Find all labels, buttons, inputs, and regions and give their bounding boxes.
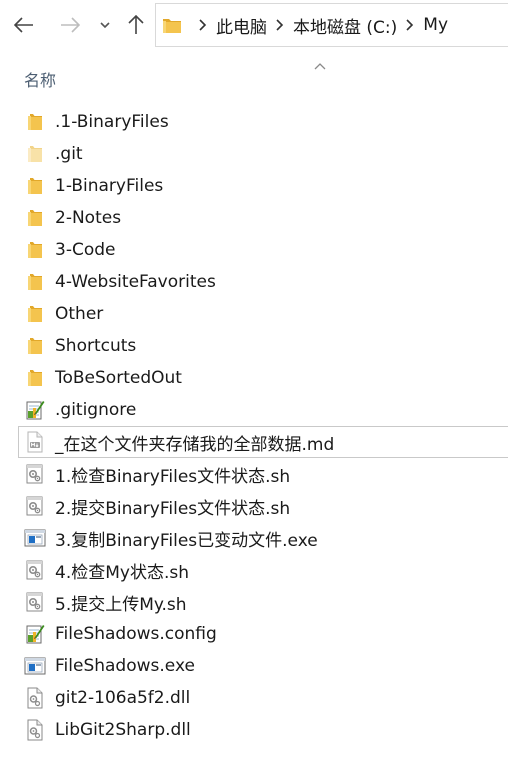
- folder-icon: [24, 175, 46, 197]
- script-file-icon: [24, 495, 46, 517]
- file-list-item[interactable]: ToBeSortedOut: [18, 362, 508, 394]
- file-list-item[interactable]: 1.检查BinaryFiles文件状态.sh: [18, 458, 508, 490]
- file-list-item[interactable]: .git: [18, 138, 508, 170]
- folder-icon: [24, 207, 46, 229]
- file-name: .1-BinaryFiles: [55, 112, 169, 132]
- folder-icon: [24, 111, 46, 133]
- back-button[interactable]: [8, 10, 40, 40]
- file-name: FileShadows.config: [55, 624, 217, 644]
- dll-file-icon: [24, 719, 46, 741]
- address-bar[interactable]: 此电脑 本地磁盘 (C:) My: [155, 3, 508, 47]
- file-list-item[interactable]: FileShadows.config: [18, 618, 508, 650]
- script-file-icon: [24, 463, 46, 485]
- file-list-item[interactable]: FileShadows.exe: [18, 650, 508, 682]
- file-name: 4.检查My状态.sh: [55, 562, 189, 583]
- file-name: 1.检查BinaryFiles文件状态.sh: [55, 466, 291, 487]
- arrow-right-icon: [60, 17, 80, 33]
- folder-icon: [162, 16, 182, 34]
- file-name: 1-BinaryFiles: [55, 176, 164, 196]
- forward-button[interactable]: [54, 10, 86, 40]
- file-list-item[interactable]: .1-BinaryFiles: [18, 106, 508, 138]
- file-list-item[interactable]: LibGit2Sharp.dll: [18, 714, 508, 746]
- script-file-icon: [24, 591, 46, 613]
- breadcrumb-separator-icon[interactable]: [273, 19, 287, 31]
- dll-file-icon: [24, 687, 46, 709]
- exe-file-icon: [24, 655, 46, 677]
- file-list-item[interactable]: 2-Notes: [18, 202, 508, 234]
- markdown-file-icon: [24, 431, 46, 453]
- text-file-icon: [24, 399, 46, 421]
- file-name: _在这个文件夹存储我的全部数据.md: [55, 434, 335, 455]
- file-list-item[interactable]: 3.复制BinaryFiles已变动文件.exe: [18, 522, 508, 554]
- file-list-item[interactable]: 4.检查My状态.sh: [18, 554, 508, 586]
- file-name: 5.提交上传My.sh: [55, 594, 187, 615]
- folder-icon: [24, 335, 46, 357]
- breadcrumb-local-disk[interactable]: 本地磁盘 (C:): [293, 13, 397, 38]
- file-list-item[interactable]: git2-106a5f2.dll: [18, 682, 508, 714]
- breadcrumb-separator-icon[interactable]: [196, 19, 210, 31]
- file-name: git2-106a5f2.dll: [55, 688, 191, 708]
- file-name: 2.提交BinaryFiles文件状态.sh: [55, 498, 291, 519]
- file-list-item[interactable]: 4-WebsiteFavorites: [18, 266, 508, 298]
- file-list-item[interactable]: Shortcuts: [18, 330, 508, 362]
- file-list-item[interactable]: 3-Code: [18, 234, 508, 266]
- file-name: 4-WebsiteFavorites: [55, 272, 216, 292]
- file-name: ToBeSortedOut: [55, 368, 182, 388]
- file-name: 3-Code: [55, 240, 116, 260]
- file-name: 2-Notes: [55, 208, 122, 228]
- folder-icon: [24, 367, 46, 389]
- file-list-item[interactable]: _在这个文件夹存储我的全部数据.md: [18, 426, 508, 458]
- file-list: .1-BinaryFiles .git 1-BinaryFiles 2-Notes 3-…: [18, 106, 508, 746]
- folder-icon: [24, 143, 46, 165]
- chevron-down-icon: [100, 21, 110, 29]
- text-file-icon: [24, 623, 46, 645]
- file-list-item[interactable]: .gitignore: [18, 394, 508, 426]
- file-list-item[interactable]: 2.提交BinaryFiles文件状态.sh: [18, 490, 508, 522]
- breadcrumb-my[interactable]: My: [423, 15, 448, 35]
- folder-icon: [24, 271, 46, 293]
- script-file-icon: [24, 559, 46, 581]
- recent-locations-button[interactable]: [96, 10, 114, 40]
- arrow-left-icon: [14, 17, 34, 33]
- file-name: .git: [55, 144, 83, 164]
- file-name: Shortcuts: [55, 336, 137, 356]
- up-button[interactable]: [120, 10, 152, 40]
- file-name: FileShadows.exe: [55, 656, 195, 676]
- folder-icon: [24, 239, 46, 261]
- file-name: 3.复制BinaryFiles已变动文件.exe: [55, 530, 318, 551]
- breadcrumb-separator-icon[interactable]: [403, 19, 417, 31]
- arrow-up-icon: [128, 15, 144, 35]
- folder-icon: [24, 303, 46, 325]
- file-list-item[interactable]: 1-BinaryFiles: [18, 170, 508, 202]
- exe-file-icon: [24, 527, 46, 549]
- file-name: .gitignore: [55, 400, 137, 420]
- column-header-name[interactable]: 名称: [24, 67, 56, 91]
- file-name: LibGit2Sharp.dll: [55, 720, 191, 740]
- file-name: Other: [55, 304, 104, 324]
- sort-ascending-icon: [314, 55, 326, 74]
- breadcrumb-this-pc[interactable]: 此电脑: [216, 13, 267, 38]
- file-list-item[interactable]: 5.提交上传My.sh: [18, 586, 508, 618]
- file-list-item[interactable]: Other: [18, 298, 508, 330]
